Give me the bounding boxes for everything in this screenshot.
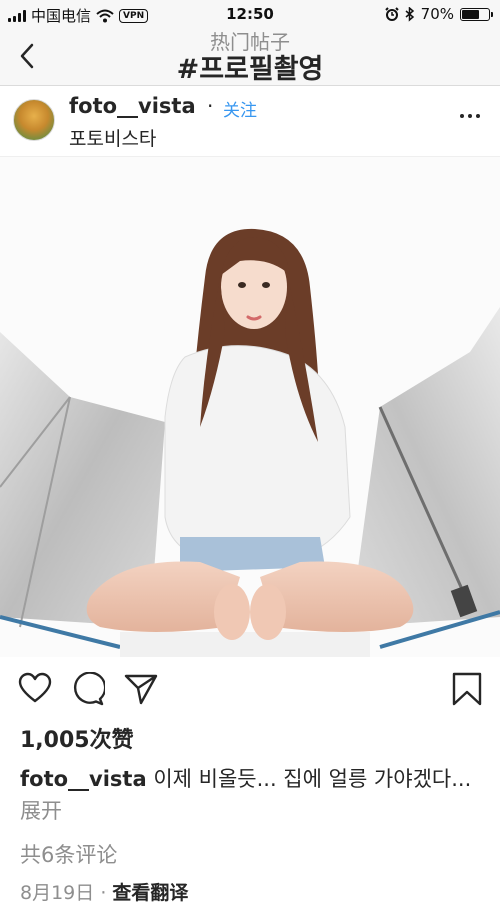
post-caption: foto__vista 이제 비올듯... 집에 얼릉 가야겠다... 展开 xyxy=(20,763,482,827)
caption-text: 이제 비올듯... 집에 얼릉 가야겠다... xyxy=(153,767,472,791)
battery-icon xyxy=(460,7,493,21)
more-icon[interactable] xyxy=(460,114,480,118)
post-date: 8月19日 xyxy=(20,882,95,904)
heart-icon[interactable] xyxy=(18,672,52,706)
translate-link[interactable]: 查看翻译 xyxy=(112,882,188,904)
like-count[interactable]: 1,005次赞 xyxy=(20,722,134,754)
expand-link[interactable]: 展开 xyxy=(20,799,62,823)
photo-illustration xyxy=(0,157,500,657)
alarm-icon xyxy=(384,7,399,21)
post-header: foto__vista · 关注 포토비스타 xyxy=(0,86,500,157)
share-icon[interactable] xyxy=(124,672,158,706)
post-footer: 8月19日 · 查看翻译 xyxy=(20,878,188,905)
nav-bar: 热门帖子 #프로필촬영 xyxy=(0,30,500,86)
page-title: #프로필촬영 xyxy=(176,54,324,85)
avatar[interactable] xyxy=(13,99,55,141)
footer-dot: · xyxy=(100,882,113,904)
view-comments-link[interactable]: 共6条评论 xyxy=(20,839,117,869)
post-photo[interactable] xyxy=(0,157,500,657)
separator-dot: · xyxy=(207,94,214,118)
battery-percent: 70% xyxy=(420,5,454,23)
comment-icon[interactable] xyxy=(71,672,105,706)
follow-button[interactable]: 关注 xyxy=(223,96,257,121)
post-location[interactable]: 포토비스타 xyxy=(69,124,156,151)
status-right: 70% xyxy=(384,5,493,23)
post-username[interactable]: foto__vista xyxy=(69,94,196,118)
post-actions xyxy=(0,672,500,708)
bookmark-icon[interactable] xyxy=(450,672,484,706)
caption-username[interactable]: foto__vista xyxy=(20,767,147,791)
bluetooth-icon xyxy=(405,6,414,22)
